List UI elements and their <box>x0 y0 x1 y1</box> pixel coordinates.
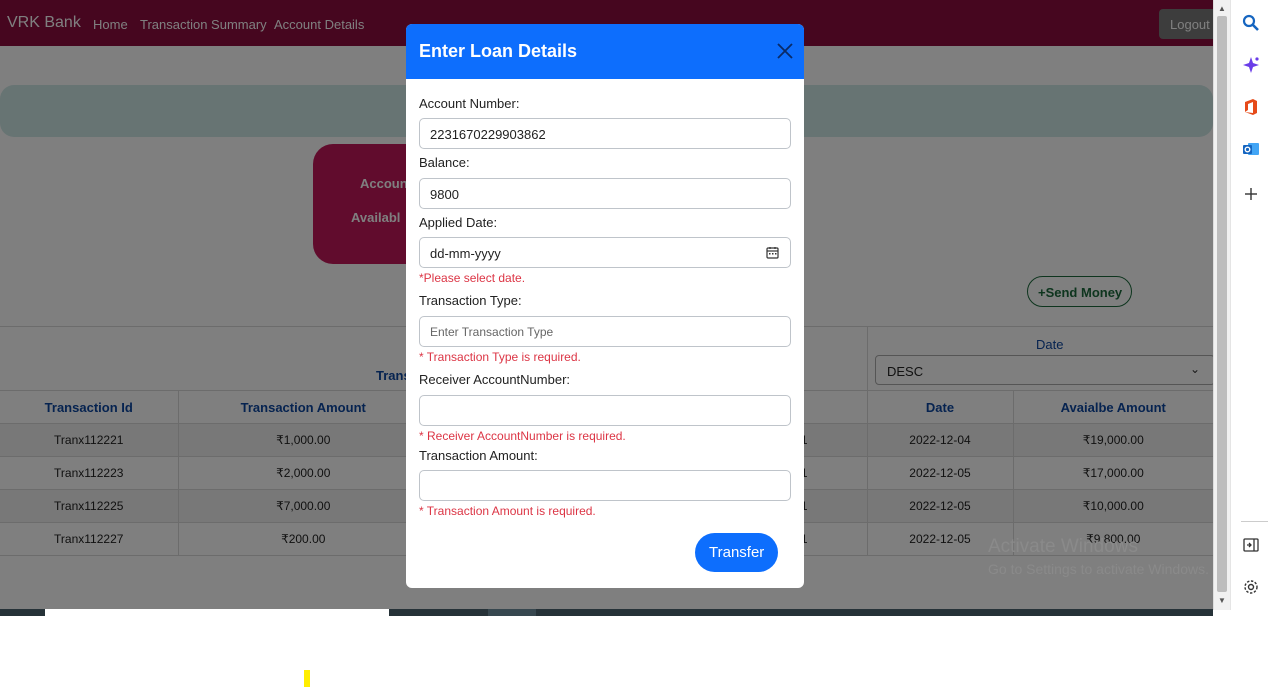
account-number-field[interactable]: 2231670229903862 <box>419 118 791 149</box>
transaction-type-field[interactable]: Enter Transaction Type <box>419 316 791 347</box>
receiver-account-error: * Receiver AccountNumber is required. <box>419 429 626 443</box>
taskbar-segment <box>389 609 488 616</box>
balance-label: Balance: <box>419 155 470 170</box>
receiver-account-field[interactable] <box>419 395 791 426</box>
receiver-account-label: Receiver AccountNumber: <box>419 372 571 387</box>
close-icon[interactable] <box>774 40 796 62</box>
plus-icon[interactable] <box>1242 185 1260 203</box>
loan-details-modal: Enter Loan Details Account Number: 22316… <box>406 24 804 588</box>
activate-windows-title: Activate Windows <box>988 536 1138 557</box>
search-icon[interactable] <box>1242 14 1260 32</box>
scroll-down-arrow-icon[interactable]: ▼ <box>1218 596 1226 605</box>
transaction-type-error: * Transaction Type is required. <box>419 350 581 364</box>
balance-field[interactable]: 9800 <box>419 178 791 209</box>
account-number-label: Account Number: <box>419 96 520 111</box>
page-scrollbar[interactable]: ▲ ▼ <box>1213 0 1230 610</box>
transaction-type-label: Transaction Type: <box>419 293 522 308</box>
scroll-up-arrow-icon[interactable]: ▲ <box>1218 4 1226 13</box>
transaction-amount-field[interactable] <box>419 470 791 501</box>
taskbar-segment <box>536 609 1213 616</box>
text-cursor-marker <box>304 670 310 687</box>
transaction-amount-error: * Transaction Amount is required. <box>419 504 596 518</box>
applied-date-error: *Please select date. <box>419 271 526 285</box>
settings-icon[interactable] <box>1242 578 1260 596</box>
transfer-button[interactable]: Transfer <box>695 533 778 572</box>
sidebar-divider <box>1241 521 1268 522</box>
applied-date-label: Applied Date: <box>419 215 498 230</box>
transaction-amount-label: Transaction Amount: <box>419 448 538 463</box>
sidebar-toggle-icon[interactable] <box>1242 536 1260 554</box>
taskbar-segment <box>488 609 536 616</box>
modal-header: Enter Loan Details <box>406 24 804 79</box>
activate-windows-subtitle: Go to Settings to activate Windows. <box>988 561 1209 577</box>
applied-date-field[interactable]: dd-mm-yyyy <box>419 237 791 268</box>
outlook-icon[interactable] <box>1242 140 1260 158</box>
copilot-icon[interactable] <box>1242 56 1260 74</box>
taskbar-segment <box>0 609 45 616</box>
office-icon[interactable] <box>1242 98 1260 116</box>
page-viewport: VRK Bank Home Transaction Summary Accoun… <box>0 0 1213 610</box>
browser-sidebar <box>1230 0 1268 610</box>
scroll-thumb[interactable] <box>1217 16 1227 592</box>
calendar-icon[interactable] <box>766 246 779 259</box>
modal-title: Enter Loan Details <box>419 41 578 61</box>
taskbar-segment <box>45 609 389 616</box>
applied-date-placeholder: dd-mm-yyyy <box>430 246 501 261</box>
